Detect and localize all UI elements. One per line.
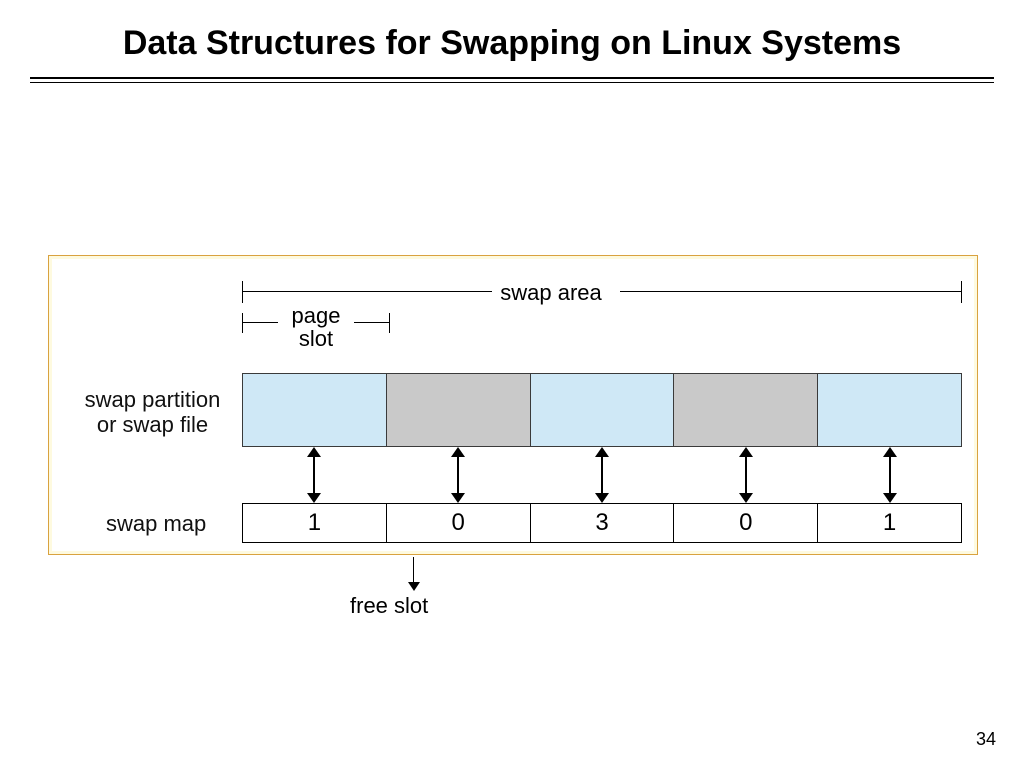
page-slot-label: page slot — [284, 304, 348, 350]
double-arrow-icon — [883, 447, 897, 503]
double-arrow-icon — [451, 447, 465, 503]
swap-map-cell: 3 — [531, 503, 675, 543]
partition-label: swap partition or swap file — [70, 387, 235, 438]
swap-area-bracket: swap area — [242, 281, 962, 307]
swap-slot — [387, 373, 531, 447]
free-slot-label: free slot — [350, 593, 428, 619]
slide-title: Data Structures for Swapping on Linux Sy… — [0, 0, 1024, 65]
swap-slot — [818, 373, 962, 447]
free-slot-arrow-icon — [408, 557, 420, 591]
swap-area-label: swap area — [496, 280, 606, 306]
page-number: 34 — [976, 729, 996, 750]
double-arrow-icon — [595, 447, 609, 503]
swap-diagram: swap area page slot swap partition or sw… — [48, 255, 978, 555]
title-rule — [30, 77, 994, 81]
swap-map-cell: 0 — [387, 503, 531, 543]
swap-slot — [531, 373, 675, 447]
mapping-arrows — [242, 447, 962, 503]
swap-map-cell: 0 — [674, 503, 818, 543]
slide: Data Structures for Swapping on Linux Sy… — [0, 0, 1024, 768]
swap-map-cell: 1 — [242, 503, 387, 543]
swap-map-row: 1 0 3 0 1 — [242, 503, 962, 543]
swap-slots-row — [242, 373, 962, 447]
swap-map-cell: 1 — [818, 503, 962, 543]
double-arrow-icon — [739, 447, 753, 503]
double-arrow-icon — [307, 447, 321, 503]
swap-map-label: swap map — [106, 511, 206, 537]
diagram-inner: swap area page slot swap partition or sw… — [52, 259, 974, 551]
swap-slot — [674, 373, 818, 447]
swap-slot — [242, 373, 387, 447]
